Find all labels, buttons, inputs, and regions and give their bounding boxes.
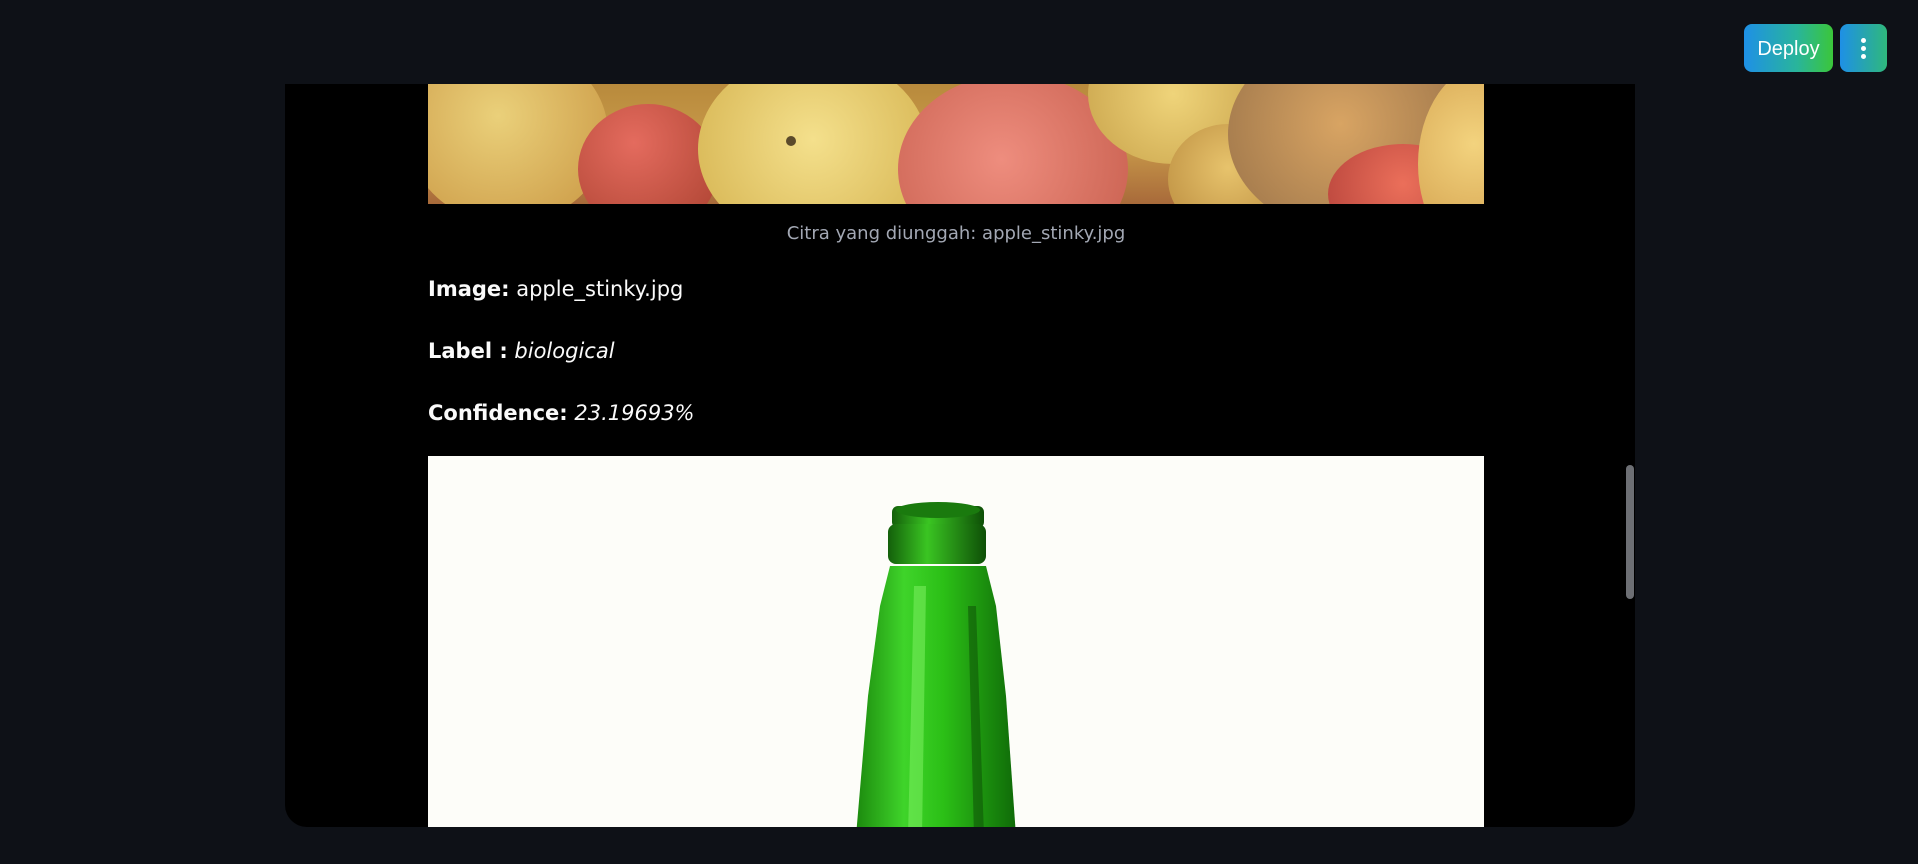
apple-stem-mark [786, 136, 796, 146]
image-name-value: apple_stinky.jpg [516, 277, 684, 301]
image-name-label: Image: [428, 277, 510, 301]
page-scrollbar-thumb[interactable] [1626, 465, 1634, 599]
green-bottle-illustration [856, 502, 1016, 827]
uploaded-image-apples [428, 84, 1484, 204]
confidence-label: Confidence: [428, 401, 568, 425]
main-content: Citra yang diunggah: apple_stinky.jpg Im… [428, 84, 1484, 827]
confidence-value: 23.19693% [574, 401, 695, 425]
label-label: Label : [428, 339, 508, 363]
app-header: Deploy [0, 0, 1918, 84]
label-line: Label : biological [428, 336, 1484, 366]
deploy-button[interactable]: Deploy [1744, 24, 1833, 72]
image-caption: Citra yang diunggah: apple_stinky.jpg [786, 223, 1126, 244]
label-value: biological [514, 339, 615, 363]
image-name-line: Image: apple_stinky.jpg [428, 274, 1484, 304]
confidence-line: Confidence: 23.19693% [428, 398, 1484, 428]
main-menu-button[interactable] [1840, 24, 1887, 72]
main-panel: Citra yang diunggah: apple_stinky.jpg Im… [285, 60, 1635, 827]
uploaded-image-bottle [428, 456, 1484, 827]
